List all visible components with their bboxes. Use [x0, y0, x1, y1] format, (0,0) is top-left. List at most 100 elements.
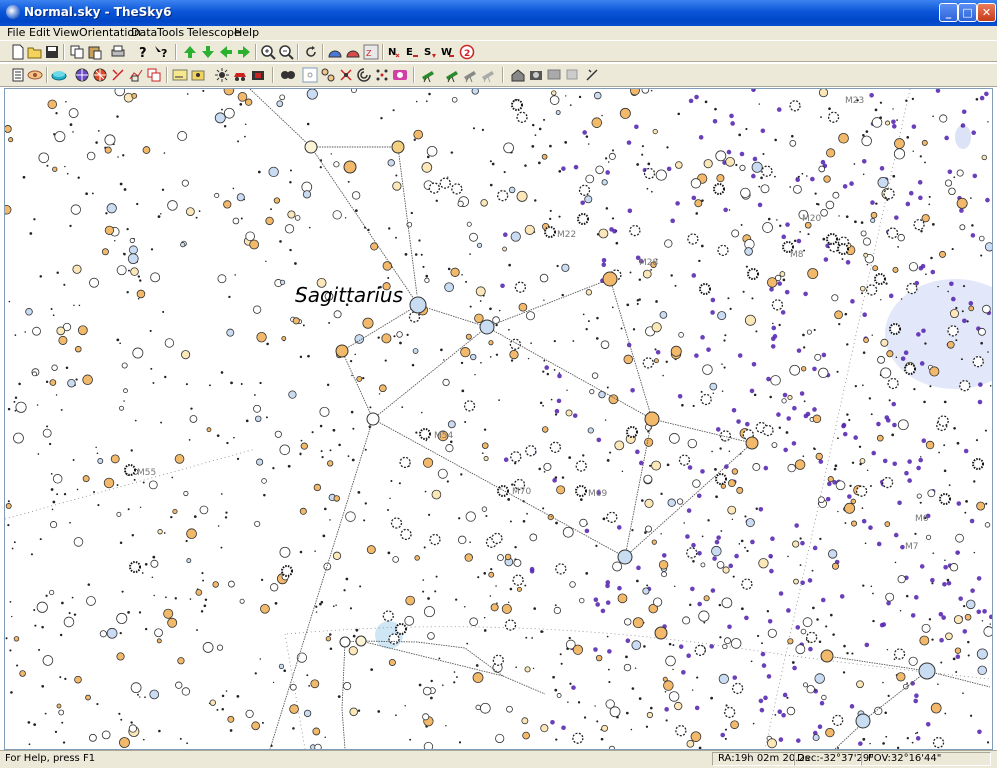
emission-object [864, 642, 870, 648]
crosshair-icon[interactable] [320, 67, 336, 83]
faint-star [414, 253, 418, 256]
menu-tools[interactable]: Tools [157, 26, 184, 39]
telescope-2-icon[interactable] [420, 67, 436, 83]
faint-star [874, 108, 878, 112]
menu-view[interactable]: View [53, 26, 79, 39]
bright-star [304, 140, 318, 154]
emission-object [595, 602, 600, 607]
menu-data[interactable]: Data [131, 26, 157, 39]
number-2-icon[interactable]: 2 [459, 44, 475, 60]
constellation-icon[interactable] [128, 67, 144, 83]
house-icon[interactable] [462, 67, 478, 83]
copy-frame-icon[interactable] [146, 67, 162, 83]
spiral-icon[interactable] [338, 67, 354, 83]
eye-icon[interactable] [27, 67, 43, 83]
app-icon[interactable] [6, 5, 20, 19]
tools-icon[interactable] [584, 67, 600, 83]
menu-help[interactable]: Help [234, 26, 259, 39]
faint-star [595, 337, 599, 340]
tool-1-icon[interactable] [110, 67, 126, 83]
star-icon[interactable] [190, 67, 206, 83]
faint-star [862, 133, 865, 137]
globe-icon[interactable] [74, 67, 90, 83]
focus-icon[interactable] [546, 67, 562, 83]
north-icon[interactable]: N [386, 44, 402, 60]
close-button[interactable]: ✕ [977, 3, 996, 22]
screen-icon[interactable] [528, 67, 544, 83]
star [825, 200, 835, 210]
telescope-3-icon[interactable] [444, 67, 460, 83]
sky-chart[interactable]: Sagittarius M23 M22 M28 M20 M8 M54 M55 M70 M69 M6 M… [4, 88, 993, 750]
menu-edit[interactable]: Edit [29, 26, 50, 39]
faint-star [745, 265, 748, 268]
faint-star [198, 210, 201, 213]
context-help-icon[interactable]: ? [153, 44, 169, 60]
help-icon[interactable]: ? [135, 44, 151, 60]
star [919, 635, 930, 646]
arrow-down-icon[interactable] [200, 44, 216, 60]
star [509, 349, 519, 360]
faint-star [299, 355, 303, 359]
dots-icon[interactable] [302, 67, 318, 83]
emission-object [744, 421, 750, 427]
star [261, 478, 267, 484]
east-icon[interactable]: E [404, 44, 420, 60]
zoom-out-icon[interactable] [278, 44, 294, 60]
faint-star [123, 188, 127, 191]
galaxy-icon[interactable] [374, 67, 390, 83]
star [892, 266, 899, 273]
faint-star [846, 343, 849, 346]
camera-2-icon[interactable] [480, 67, 496, 83]
window-title: Normal.sky - TheSky6 [24, 5, 172, 19]
open-icon[interactable] [27, 44, 43, 60]
zoom-in-icon[interactable] [260, 44, 276, 60]
star [561, 263, 570, 272]
grid-icon[interactable] [92, 67, 108, 83]
constellation-line [502, 675, 546, 695]
horizon-icon[interactable] [327, 44, 343, 60]
screen-2-icon[interactable] [564, 67, 580, 83]
paste-icon[interactable] [87, 44, 103, 60]
copy-icon[interactable] [69, 44, 85, 60]
faint-star [647, 162, 651, 166]
maximize-button[interactable]: □ [958, 3, 977, 22]
faint-star [704, 100, 708, 104]
south-icon[interactable]: S [422, 44, 438, 60]
menu-telescope[interactable]: Telescope [187, 26, 241, 39]
save-icon[interactable] [44, 44, 60, 60]
arrow-up-icon[interactable] [182, 44, 198, 60]
cluster-icon[interactable] [356, 67, 372, 83]
new-icon[interactable] [10, 44, 26, 60]
find-icon[interactable] [172, 67, 188, 83]
title-bar[interactable]: Normal.sky - TheSky6 _ □ ✕ [0, 0, 997, 26]
faint-star [127, 508, 130, 511]
star-cluster [724, 706, 736, 719]
star [591, 117, 603, 128]
dot-icon[interactable] [280, 67, 296, 83]
monitor-icon[interactable] [510, 67, 526, 83]
star [404, 615, 415, 626]
faint-star [899, 610, 902, 612]
car-icon[interactable] [214, 67, 230, 83]
arrow-left-icon[interactable] [218, 44, 234, 60]
zenith-icon[interactable]: Z [363, 44, 379, 60]
camera-icon[interactable] [232, 67, 248, 83]
chart-elements-icon[interactable] [10, 67, 26, 83]
west-icon[interactable]: W [440, 44, 456, 60]
faint-star [724, 728, 728, 731]
emission-object [769, 568, 774, 574]
rotate-icon[interactable] [303, 44, 319, 60]
planet-icon[interactable] [51, 67, 67, 83]
emission-object [593, 597, 599, 602]
globular-cluster [826, 233, 838, 245]
telescope-icon[interactable] [392, 67, 408, 83]
arrow-right-icon[interactable] [236, 44, 252, 60]
horizon-alt-icon[interactable] [345, 44, 361, 60]
print-icon[interactable] [110, 44, 126, 60]
star [826, 148, 836, 158]
binoculars-icon[interactable] [250, 67, 266, 83]
minimize-button[interactable]: _ [939, 3, 958, 22]
faint-star [73, 613, 77, 616]
menu-file[interactable]: File [7, 26, 25, 39]
sky-chart-canvas[interactable]: SagittariusM23M22M28M20M8M54M55M70 M69M6M… [5, 89, 992, 749]
